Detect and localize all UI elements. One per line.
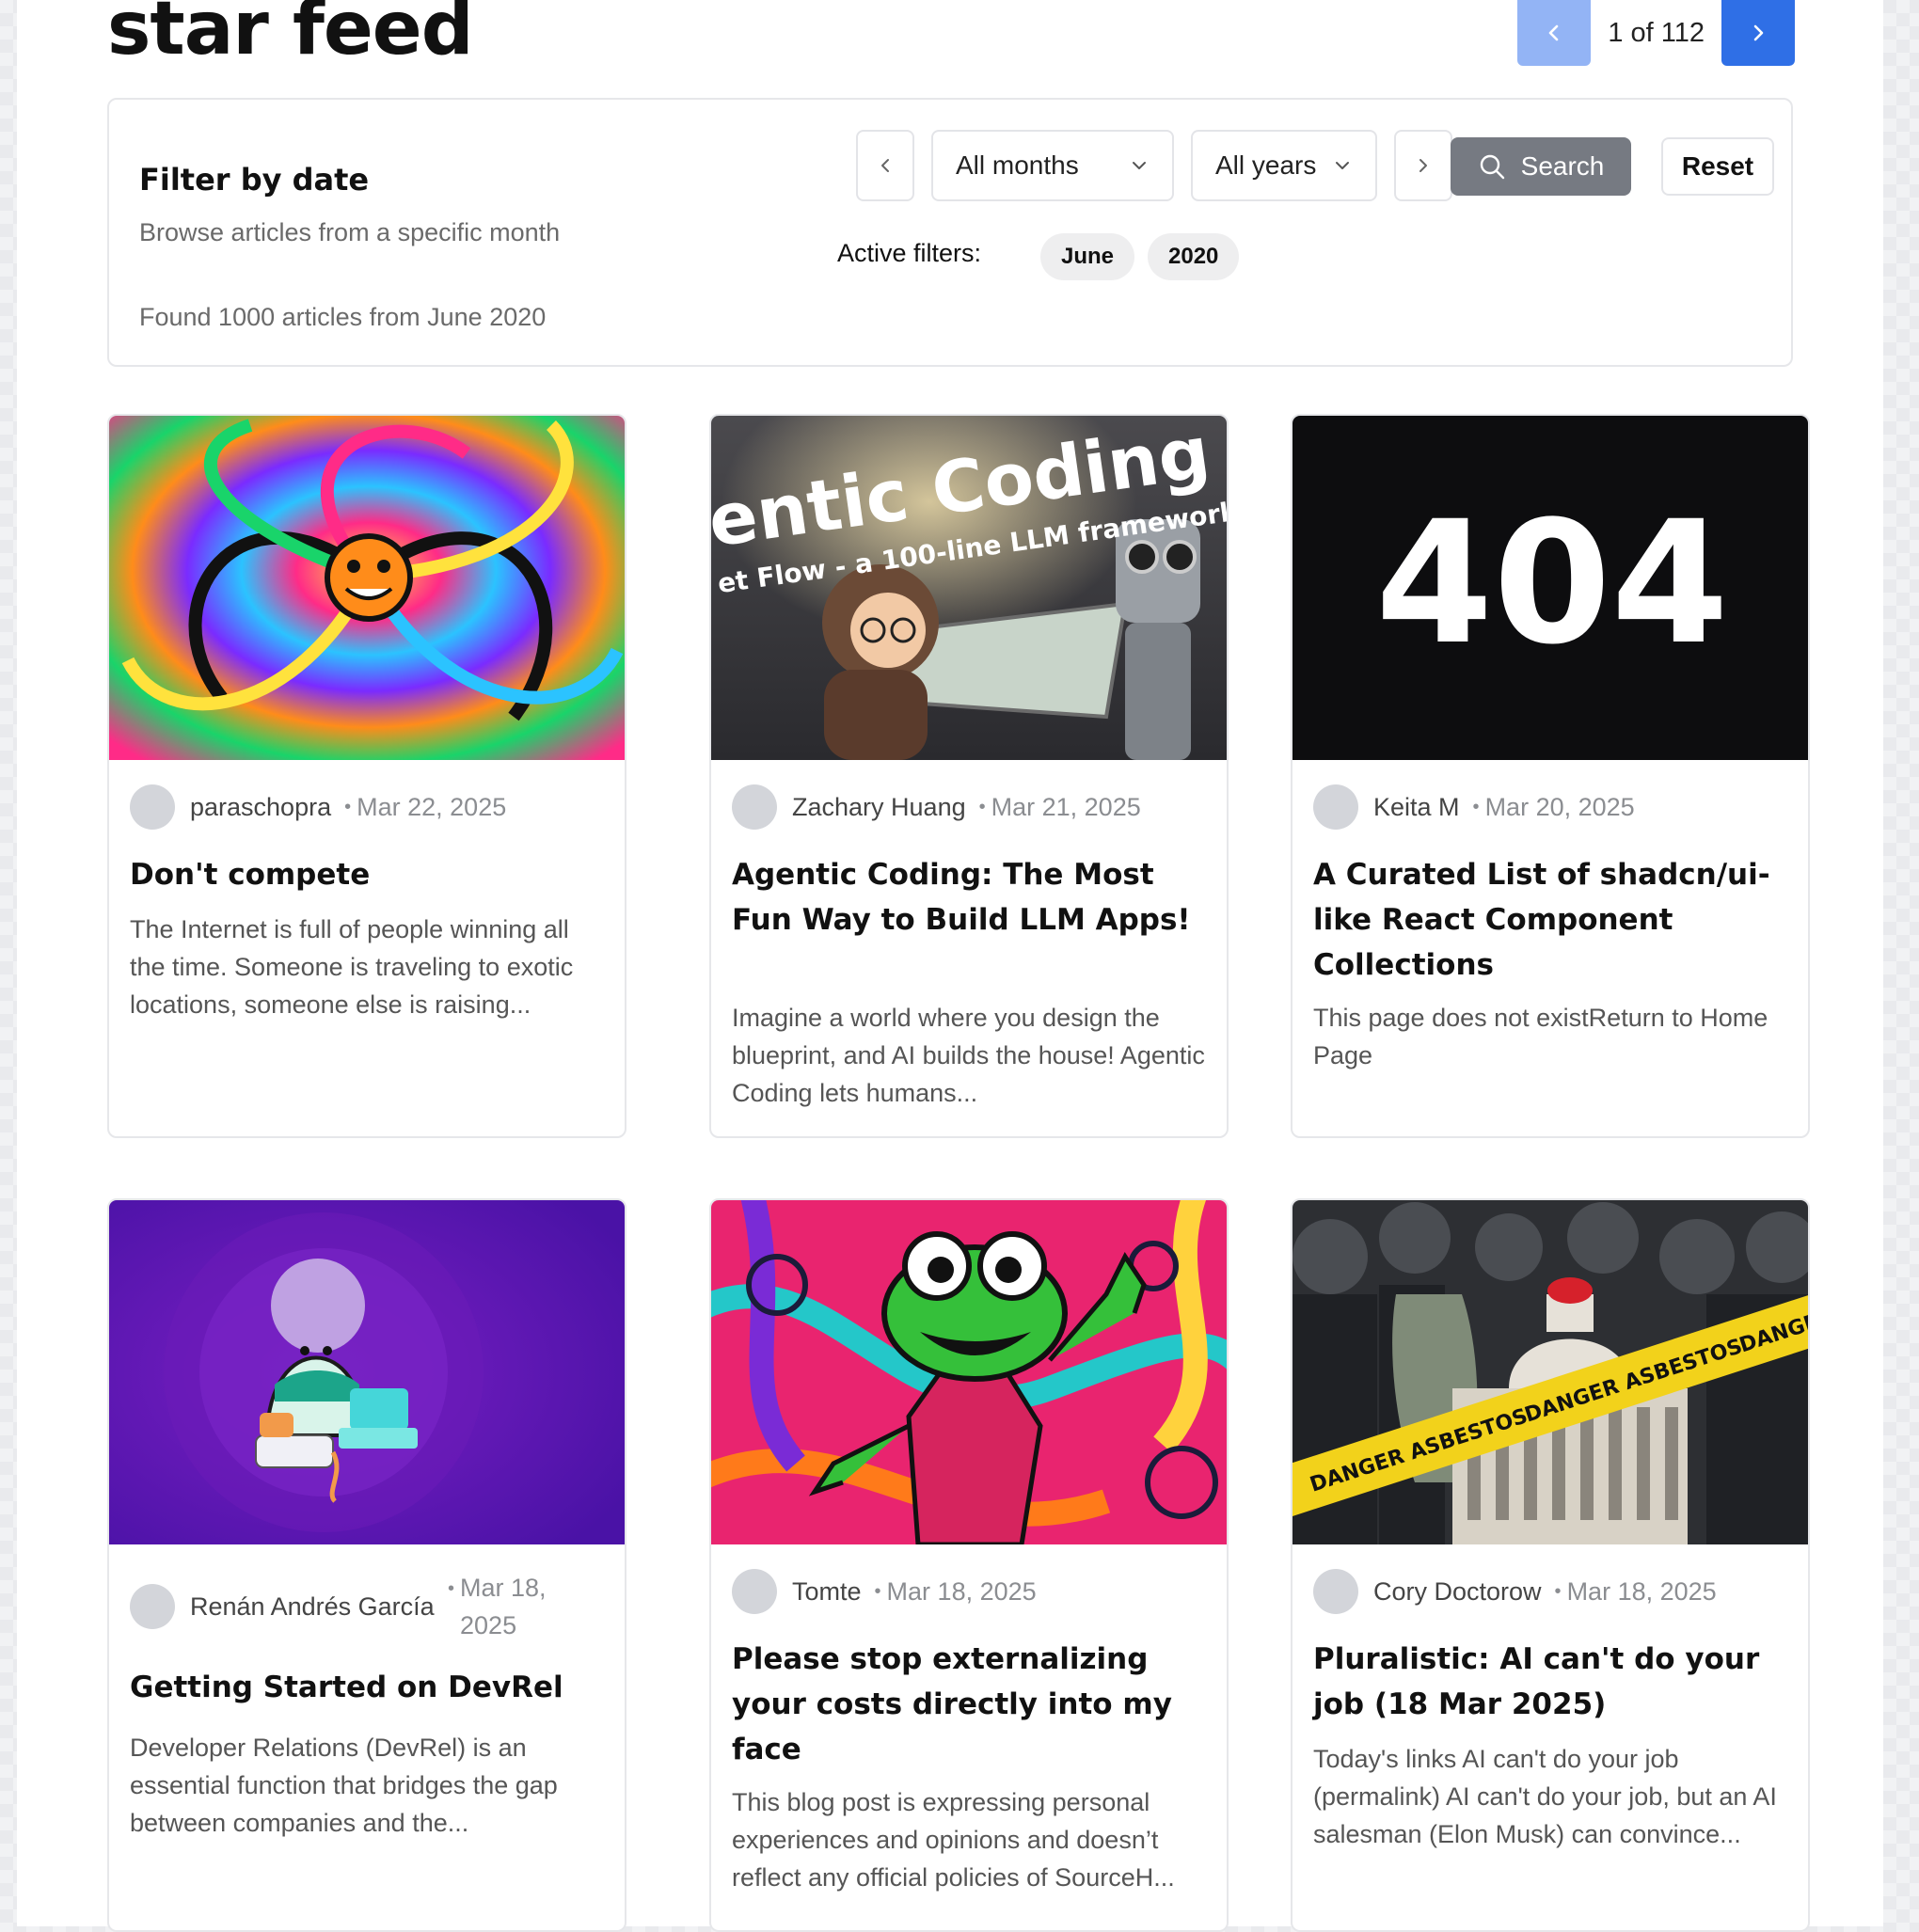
page-indicator: 1 of 112 [1608, 17, 1705, 48]
article-excerpt: This page does not existReturn to Home P… [1313, 1004, 1768, 1069]
results-count: Found 1000 articles from June 2020 [139, 303, 547, 331]
avatar [1313, 784, 1358, 830]
filter-subtitle: Browse articles from a specific month [139, 218, 561, 246]
article-card[interactable]: Renán Andrés García • Mar 18, 2025 Getti… [107, 1198, 626, 1932]
previous-month-button[interactable] [856, 130, 914, 201]
article-thumbnail: entic Coding et Flow - a 100-line LLM fr… [711, 416, 1227, 760]
article-title[interactable]: Please stop externalizing your costs dir… [732, 1637, 1206, 1772]
article-date: Mar 21, 2025 [991, 792, 1141, 821]
reset-button[interactable]: Reset [1661, 137, 1774, 196]
filter-panel: Filter by date Browse articles from a sp… [107, 98, 1793, 367]
search-button-label: Search [1520, 151, 1605, 181]
chevron-right-icon [1753, 24, 1764, 41]
active-filters-label: Active filters: [837, 239, 982, 267]
article-thumbnail [109, 416, 625, 760]
article-meta: Renán Andrés García • Mar 18, 2025 [130, 1569, 563, 1644]
article-excerpt: This blog post is expressing personal ex… [732, 1788, 1175, 1892]
author-name[interactable]: Renán Andrés García [190, 1588, 435, 1625]
article-card[interactable]: paraschopra • Mar 22, 2025 Don't compete… [107, 414, 626, 1138]
month-select-value: All months [956, 150, 1079, 180]
next-page-button[interactable] [1721, 0, 1795, 66]
article-date: Mar 18, 2025 [1566, 1576, 1717, 1606]
search-icon [1480, 154, 1504, 180]
pagination: 1 of 112 [1517, 0, 1795, 66]
avatar [130, 784, 175, 830]
next-month-button[interactable] [1394, 130, 1452, 201]
filter-title: Filter by date [139, 162, 370, 198]
author-name[interactable]: Cory Doctorow [1373, 1577, 1542, 1607]
article-thumbnail [711, 1200, 1227, 1544]
avatar [130, 1584, 175, 1629]
chevron-left-icon [881, 159, 889, 172]
year-select[interactable]: All years [1191, 130, 1377, 201]
filter-chip-month[interactable]: June [1040, 233, 1135, 280]
article-date: Mar 18, 2025 [886, 1576, 1037, 1606]
article-title[interactable]: Pluralistic: AI can't do your job (18 Ma… [1313, 1637, 1787, 1727]
article-meta: paraschopra • Mar 22, 2025 [130, 784, 506, 830]
author-name[interactable]: Tomte [792, 1577, 862, 1607]
chevron-down-icon [1336, 162, 1349, 169]
month-select[interactable]: All months [931, 130, 1174, 201]
article-thumbnail: DANGER ASBESTOS DANGER ASBESTOS DANGER A… [1293, 1200, 1808, 1544]
article-title[interactable]: Agentic Coding: The Most Fun Way to Buil… [732, 852, 1206, 942]
chevron-down-icon [1133, 162, 1146, 169]
article-card[interactable]: 404 Keita M • Mar 20, 2025 A Curated Lis… [1291, 414, 1810, 1138]
chevron-left-icon [1549, 24, 1559, 41]
avatar [732, 1569, 777, 1614]
article-excerpt: Today's links AI can't do your job (perm… [1313, 1745, 1777, 1848]
article-title[interactable]: Getting Started on DevRel [130, 1665, 604, 1710]
article-thumbnail [109, 1200, 625, 1544]
image-404-text: 404 [1375, 485, 1729, 682]
article-card[interactable]: entic Coding et Flow - a 100-line LLM fr… [709, 414, 1229, 1138]
article-date: Mar 20, 2025 [1484, 792, 1635, 821]
avatar [732, 784, 777, 830]
author-name[interactable]: Keita M [1373, 793, 1460, 822]
article-excerpt: Developer Relations (DevRel) is an essen… [130, 1734, 558, 1837]
page-title: star feed [107, 0, 474, 71]
article-title[interactable]: A Curated List of shadcn/ui-like React C… [1313, 852, 1787, 988]
article-date: Mar 22, 2025 [357, 792, 507, 821]
author-name[interactable]: paraschopra [190, 793, 331, 822]
previous-page-button[interactable] [1517, 0, 1592, 66]
article-title[interactable]: Don't compete [130, 852, 604, 897]
filter-chip-year[interactable]: 2020 [1148, 233, 1240, 280]
page: star feed 1 of 112 Filter by date Browse… [17, 0, 1883, 1932]
article-card[interactable]: DANGER ASBESTOS DANGER ASBESTOS DANGER A… [1291, 1198, 1810, 1932]
article-meta: Keita M • Mar 20, 2025 [1313, 784, 1635, 830]
search-button[interactable]: Search [1451, 137, 1631, 196]
article-meta: Cory Doctorow • Mar 18, 2025 [1313, 1569, 1717, 1614]
article-excerpt: The Internet is full of people winning a… [130, 915, 574, 1019]
author-name[interactable]: Zachary Huang [792, 793, 966, 822]
year-select-value: All years [1215, 150, 1317, 180]
article-meta: Zachary Huang • Mar 21, 2025 [732, 784, 1141, 830]
article-date: Mar 18, 2025 [460, 1574, 547, 1639]
article-card[interactable]: Tomte • Mar 18, 2025 Please stop externa… [709, 1198, 1229, 1932]
article-thumbnail: 404 [1293, 416, 1808, 760]
chevron-right-icon [1419, 159, 1427, 172]
article-meta: Tomte • Mar 18, 2025 [732, 1569, 1037, 1614]
avatar [1313, 1569, 1358, 1614]
article-excerpt: Imagine a world where you design the blu… [732, 1004, 1205, 1107]
